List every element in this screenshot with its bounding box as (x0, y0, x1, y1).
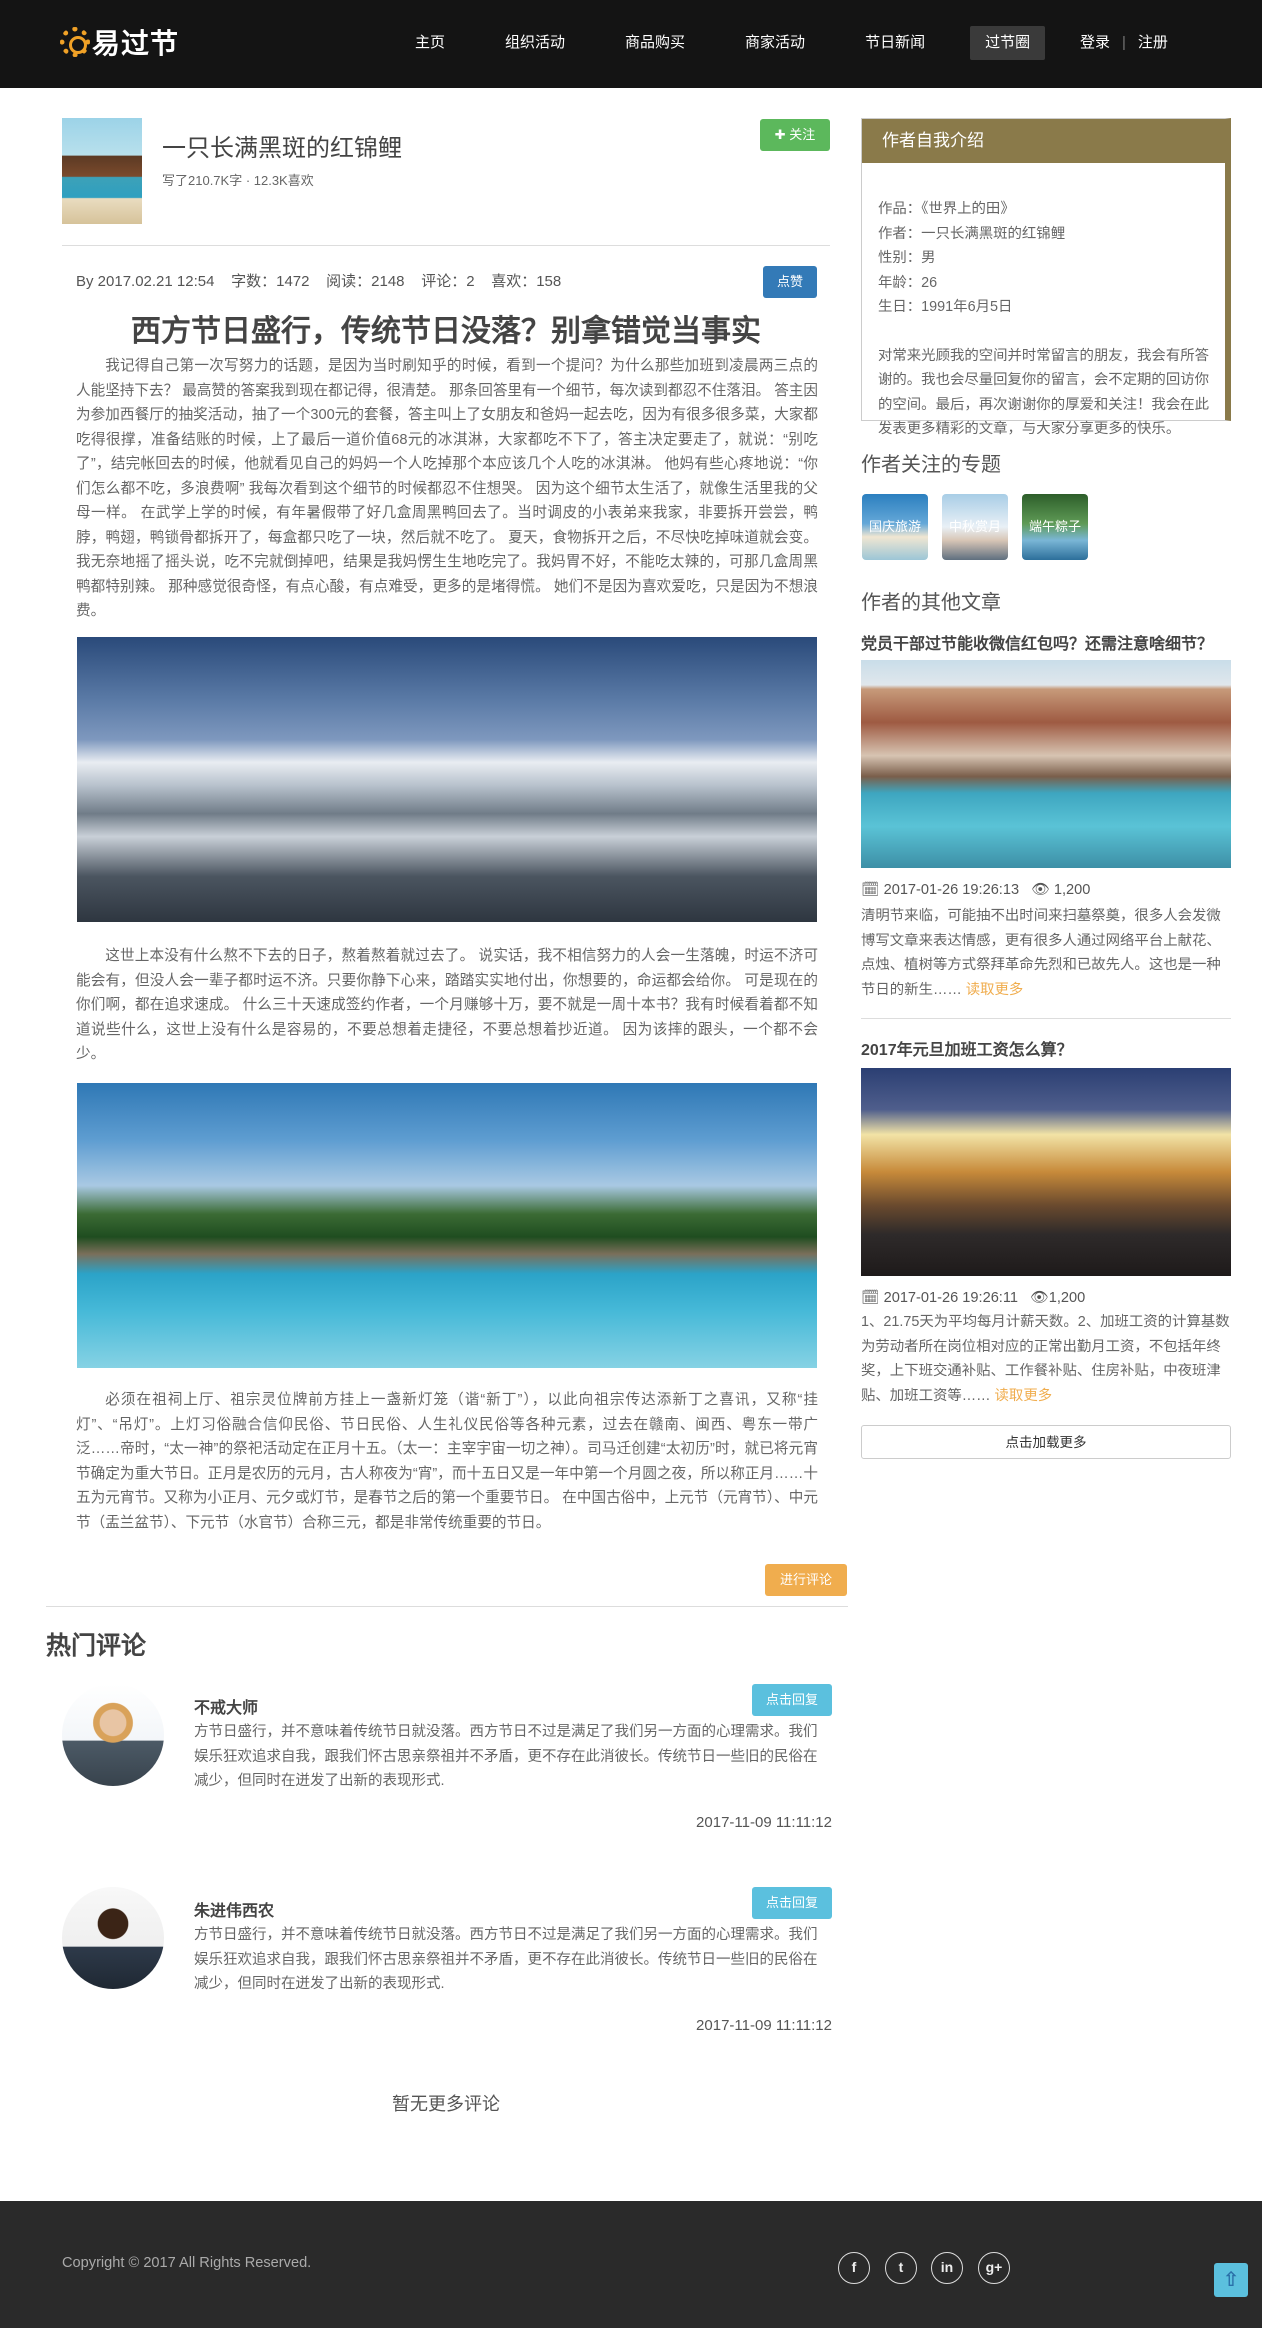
load-more-button[interactable]: 点击加载更多 (861, 1425, 1231, 1459)
side-article-meta: 🗓 2017-01-26 19:26:13 👁 1,200 (861, 882, 1091, 898)
nav-item-circle[interactable]: 过节圈 (970, 26, 1046, 60)
read-more-link[interactable]: 读取更多 (966, 982, 1024, 998)
side-article-title[interactable]: 2017年元旦加班工资怎么算？ (861, 1036, 1231, 1060)
auth-separator: | (1122, 34, 1126, 51)
author-name[interactable]: 一只长满黑斑的红锦鲤 (162, 128, 402, 163)
comment-text: 方节日盛行，并不意味着传统节日就没落。西方节日不过是满足了我们另一方面的心理需求… (194, 1724, 818, 1789)
article-paragraph: 必须在祖祠上厅、祖宗灵位牌前方挂上一盏新灯笼（谐“新丁”），以此向祖宗传达添新丁… (76, 1392, 818, 1531)
reply-button[interactable]: 点击回复 (752, 1887, 832, 1919)
nav-item-news[interactable]: 节日新闻 (850, 26, 940, 60)
linkedin-icon[interactable]: in (931, 2252, 963, 2284)
intro-line: 作品：《世界上的田》 (878, 201, 1015, 217)
site-logo[interactable]: 易过节 (60, 22, 179, 62)
hot-comments-title: 热门评论 (46, 1632, 147, 1660)
no-more-comments: 暂无更多评论 (392, 2094, 500, 2114)
auth-links: 登录 | 注册 (1080, 26, 1168, 60)
nav-item-activities[interactable]: 组织活动 (490, 26, 580, 60)
comment-item: 朱进伟西农 点击回复 方节日盛行，并不意味着传统节日就没落。西方节日不过是满足了… (62, 1887, 832, 2077)
beach-photo (77, 1083, 817, 1368)
side-article-image[interactable] (861, 1068, 1231, 1276)
article-paragraph: 我记得自己第一次写努力的话题，是因为当时刷知乎的时候，看到一个提问？为什么那些加… (76, 358, 818, 619)
write-comment-button[interactable]: 进行评论 (765, 1564, 847, 1596)
side-article-title[interactable]: 党员干部过节能收微信红包吗？还需注意啥细节？ (861, 630, 1231, 654)
sun-gear-icon (60, 27, 90, 57)
divider (46, 1606, 848, 1607)
intro-line: 性别：男 (878, 250, 936, 266)
author-header: 一只长满黑斑的红锦鲤 写了210.7K字 · 12.3K喜欢 ✚ 关注 (62, 118, 830, 246)
top-navbar: 易过节 主页 组织活动 商品购买 商家活动 节日新闻 过节圈 登录 | 注册 (0, 0, 1262, 88)
article-paragraph: 这世上本没有什么熬不下去的日子，熬着熬着就过去了。 说实话，我不相信努力的人会一… (76, 948, 818, 1062)
login-link[interactable]: 登录 (1080, 26, 1110, 60)
side-article-summary: 清明节来临，可能抽不出时间来扫墓祭奠，很多人会发微博写文章来表达情感，更有很多人… (861, 908, 1221, 998)
other-articles-title: 作者的其他文章 (861, 592, 1001, 614)
side-article-meta: 🗓 2017-01-26 19:26:11 👁1,200 (861, 1290, 1086, 1306)
intro-title: 作者自我介绍 (862, 119, 1226, 163)
twitter-icon[interactable]: t (885, 2252, 917, 2284)
nav-item-merchant[interactable]: 商家活动 (730, 26, 820, 60)
divider (861, 1018, 1231, 1019)
author-intro-panel: 作者自我介绍 作品：《世界上的田》 作者：一只长满黑斑的红锦鲤 性别：男 年龄：… (861, 118, 1231, 437)
intro-line: 生日：1991年6月5日 (878, 299, 1013, 315)
side-article-image[interactable] (861, 660, 1231, 868)
comment-text: 方节日盛行，并不意味着传统节日就没落。西方节日不过是满足了我们另一方面的心理需求… (194, 1927, 818, 1992)
commenter-name[interactable]: 朱进伟西农 (194, 1897, 274, 1921)
follow-button[interactable]: ✚ 关注 (760, 119, 830, 151)
register-link[interactable]: 注册 (1138, 26, 1168, 60)
facebook-icon[interactable]: f (838, 2252, 870, 2284)
commenter-avatar[interactable] (62, 1684, 164, 1786)
comment-time: 2017-11-09 11:11:12 (696, 2017, 832, 2034)
commenter-name[interactable]: 不戒大师 (194, 1694, 258, 1718)
reply-button[interactable]: 点击回复 (752, 1684, 832, 1716)
intro-line: 年龄：26 (878, 274, 938, 291)
intro-line: 作者：一只长满黑斑的红锦鲤 (878, 225, 1066, 242)
like-button[interactable]: 点赞 (763, 266, 817, 298)
intro-text: 对常来光顾我的空间并时常留言的朋友，我会有所答谢的。我也会尽量回复你的留言，会不… (878, 347, 1209, 438)
side-article-text: 清明节来临，可能抽不出时间来扫墓祭奠，很多人会发微博写文章来表达情感，更有很多人… (861, 904, 1231, 1002)
nav-item-home[interactable]: 主页 (400, 26, 460, 60)
nav-item-shopping[interactable]: 商品购买 (610, 26, 700, 60)
author-stats: 写了210.7K字 · 12.3K喜欢 (162, 173, 314, 188)
mountain-photo (77, 637, 817, 922)
topic-mid-autumn[interactable]: 中秋赏月 (942, 494, 1008, 560)
main-nav: 主页 组织活动 商品购买 商家活动 节日新闻 过节圈 (400, 26, 1075, 60)
topics-title: 作者关注的专题 (861, 454, 1001, 476)
comment-item: 不戒大师 点击回复 方节日盛行，并不意味着传统节日就没落。西方节日不过是满足了我… (62, 1684, 832, 1874)
intro-body: 作品：《世界上的田》 作者：一只长满黑斑的红锦鲤 性别：男 年龄：26 生日：1… (878, 197, 1218, 442)
author-avatar[interactable] (62, 118, 142, 224)
commenter-avatar[interactable] (62, 1887, 164, 1989)
google-plus-icon[interactable]: g+ (978, 2252, 1010, 2284)
article-meta: By 2017.02.21 12:54 字数：1472 阅读：2148 评论：2… (76, 273, 562, 290)
copyright-text: Copyright © 2017 All Rights Reserved. (62, 2255, 312, 2271)
side-article-text: 1、21.75天为平均每月计薪天数。2、加班工资的计算基数为劳动者所在岗位相对应… (861, 1310, 1231, 1408)
footer: Copyright © 2017 All Rights Reserved. f … (0, 2201, 1262, 2328)
article-title: 西方节日盛行，传统节日没落？别拿错觉当事实 (131, 315, 761, 348)
read-more-link[interactable]: 读取更多 (995, 1388, 1053, 1404)
logo-text: 易过节 (92, 28, 180, 59)
back-to-top-icon[interactable]: ⇧ (1214, 2263, 1248, 2297)
topic-national-day[interactable]: 国庆旅游 (862, 494, 928, 560)
comment-time: 2017-11-09 11:11:12 (696, 1814, 832, 1831)
topic-dragon-boat[interactable]: 端午粽子 (1022, 494, 1088, 560)
